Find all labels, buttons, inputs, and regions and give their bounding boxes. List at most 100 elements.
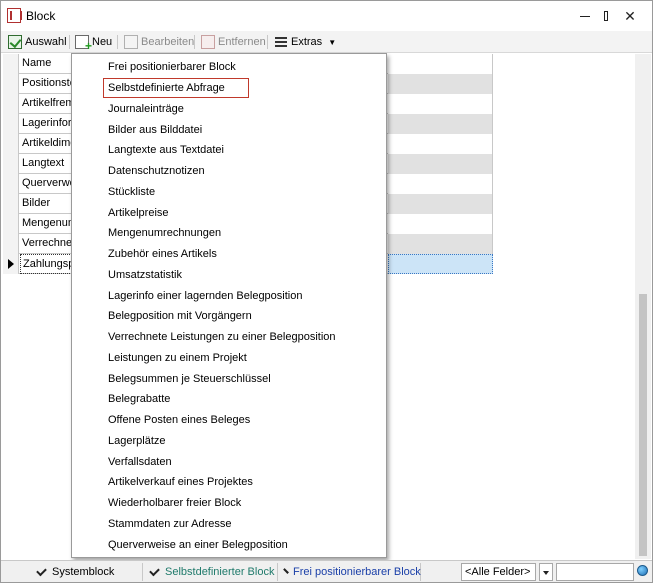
menu-item-label: Lagerinfo einer lagernden Belegposition (108, 290, 303, 302)
bearbeiten-button[interactable]: Bearbeiten (124, 33, 194, 51)
extras-label: Extras (291, 36, 323, 48)
search-input[interactable] (556, 563, 634, 581)
close-button[interactable]: ✕ (608, 1, 652, 31)
systemblock-label: Systemblock (52, 566, 115, 578)
row-value[interactable] (388, 54, 493, 74)
new-icon (75, 35, 92, 53)
row-selector[interactable] (3, 114, 19, 134)
close-icon: ✕ (624, 7, 636, 24)
block-window: Block ✕ Auswahl Neu Bearbeiten Entfe (0, 0, 653, 583)
systemblock-toggle[interactable]: Systemblock (31, 563, 143, 581)
menu-item-bilder-aus-bilddatei[interactable]: Bilder aus Bilddatei (72, 120, 386, 140)
title-bar: Block ✕ (1, 1, 652, 31)
row-selector[interactable] (3, 234, 19, 254)
app-icon (7, 8, 22, 23)
menu-item-belegposition-mit-vorgaengern[interactable]: Belegposition mit Vorgängern (72, 306, 386, 326)
felder-select[interactable]: <Alle Felder> (461, 563, 536, 581)
row-selector[interactable] (3, 214, 19, 234)
row-selector[interactable] (3, 94, 19, 114)
menu-item-mengenumrechnungen[interactable]: Mengenumrechnungen (72, 223, 386, 243)
menu-item-artikelverkauf-projekt[interactable]: Artikelverkauf eines Projektes (72, 472, 386, 492)
check-icon (283, 567, 289, 574)
globe-icon[interactable] (637, 565, 648, 576)
auswahl-button[interactable]: Auswahl (8, 33, 67, 51)
menu-item-belegsummen-steuerschluessel[interactable]: Belegsummen je Steuerschlüssel (72, 369, 386, 389)
menu-item-lagerinfo-belegposition[interactable]: Lagerinfo einer lagernden Belegposition (72, 286, 386, 306)
row-value[interactable] (388, 94, 493, 114)
menu-item-label: Journaleinträge (108, 103, 184, 115)
row-selector[interactable] (3, 194, 19, 214)
row-value[interactable] (388, 114, 493, 134)
menu-item-zubehoer-eines-artikels[interactable]: Zubehör eines Artikels (72, 244, 386, 264)
menu-item-label: Belegposition mit Vorgängern (108, 310, 252, 322)
edit-icon (124, 35, 138, 49)
menu-lines-icon (274, 35, 288, 49)
menu-item-label: Belegsummen je Steuerschlüssel (108, 373, 271, 385)
menu-item-offene-posten[interactable]: Offene Posten eines Beleges (72, 410, 386, 430)
auswahl-label: Auswahl (25, 36, 67, 48)
row-value[interactable] (388, 134, 493, 154)
menu-item-journaleintraege[interactable]: Journaleinträge (72, 99, 386, 119)
menu-item-label: Datenschutznotizen (108, 165, 205, 177)
row-selector[interactable] (3, 174, 19, 194)
menu-item-stammdaten-zur-adresse[interactable]: Stammdaten zur Adresse (72, 514, 386, 534)
menu-item-label: Zubehör eines Artikels (108, 248, 217, 260)
row-value[interactable] (388, 74, 493, 94)
maximize-button[interactable] (564, 1, 608, 31)
row-selector[interactable] (3, 74, 19, 94)
menu-item-verrechnete-leistungen[interactable]: Verrechnete Leistungen zu einer Belegpos… (72, 327, 386, 347)
menu-item-verfallsdaten[interactable]: Verfallsdaten (72, 452, 386, 472)
menu-item-leistungen-zu-projekt[interactable]: Leistungen zu einem Projekt (72, 348, 386, 368)
row-selector[interactable] (3, 134, 19, 154)
menu-item-belegrabatte[interactable]: Belegrabatte (72, 389, 386, 409)
frei-toggle[interactable]: Frei positionierbarer Block (279, 563, 421, 581)
row-value[interactable] (388, 194, 493, 214)
menu-item-frei-positionierbarer-block[interactable]: Frei positionierbarer Block (72, 57, 386, 77)
menu-item-artikelpreise[interactable]: Artikelpreise (72, 203, 386, 223)
row-value[interactable] (388, 214, 493, 234)
row-selector[interactable] (3, 254, 19, 274)
toolbar-separator (194, 35, 195, 49)
vertical-scrollbar[interactable] (635, 54, 651, 559)
menu-item-stueckliste[interactable]: Stückliste (72, 182, 386, 202)
menu-item-label: Lagerplätze (108, 435, 166, 447)
menu-item-datenschutznotizen[interactable]: Datenschutznotizen (72, 161, 386, 181)
menu-item-label: Leistungen zu einem Projekt (108, 352, 247, 364)
menu-item-lagerplaetze[interactable]: Lagerplätze (72, 431, 386, 451)
check-icon (149, 565, 160, 576)
scrollbar-thumb[interactable] (639, 294, 647, 556)
menu-item-langtexte-aus-textdatei[interactable]: Langtexte aus Textdatei (72, 140, 386, 160)
menu-item-label: Wiederholbarer freier Block (108, 497, 242, 509)
toolbar-separator (69, 35, 70, 49)
row-value[interactable] (388, 174, 493, 194)
felder-dropdown-button[interactable] (539, 563, 553, 581)
row-value[interactable] (388, 234, 493, 254)
row-selector[interactable] (3, 154, 19, 174)
extras-button[interactable]: Extras ▼ (274, 33, 336, 51)
window-title: Block (26, 9, 56, 23)
chevron-down-icon: ▼ (328, 37, 337, 47)
frei-label: Frei positionierbarer Block (293, 566, 421, 578)
menu-item-label: Umsatzstatistik (108, 269, 182, 281)
entfernen-button[interactable]: Entfernen (201, 33, 266, 51)
highlight-box (103, 78, 249, 98)
menu-item-label: Querverweise an einer Belegposition (108, 539, 288, 551)
row-value[interactable] (388, 254, 493, 274)
menu-item-selbstdefinierte-abfrage[interactable]: Selbstdefinierte Abfrage (72, 78, 386, 98)
menu-item-umsatzstatistik[interactable]: Umsatzstatistik (72, 265, 386, 285)
menu-item-querverweise-belegposition[interactable]: Querverweise an einer Belegposition (72, 535, 386, 555)
row-value[interactable] (388, 154, 493, 174)
selbstdefiniert-label: Selbstdefinierter Block (165, 566, 275, 578)
toolbar-separator (267, 35, 268, 49)
menu-item-label: Stammdaten zur Adresse (108, 518, 232, 530)
menu-item-wiederholbarer-freier-block[interactable]: Wiederholbarer freier Block (72, 493, 386, 513)
menu-item-label: Langtexte aus Textdatei (108, 144, 224, 156)
neu-button[interactable]: Neu (75, 33, 112, 53)
current-row-arrow-icon (8, 259, 14, 269)
extras-dropdown-menu: Frei positionierbarer Block Selbstdefini… (71, 53, 387, 558)
status-bar: Systemblock Selbstdefinierter Block Frei… (1, 560, 652, 582)
selbstdefiniert-toggle[interactable]: Selbstdefinierter Block (144, 563, 278, 581)
row-selector[interactable] (3, 54, 19, 74)
menu-item-label: Offene Posten eines Beleges (108, 414, 251, 426)
felder-value: <Alle Felder> (465, 566, 531, 578)
